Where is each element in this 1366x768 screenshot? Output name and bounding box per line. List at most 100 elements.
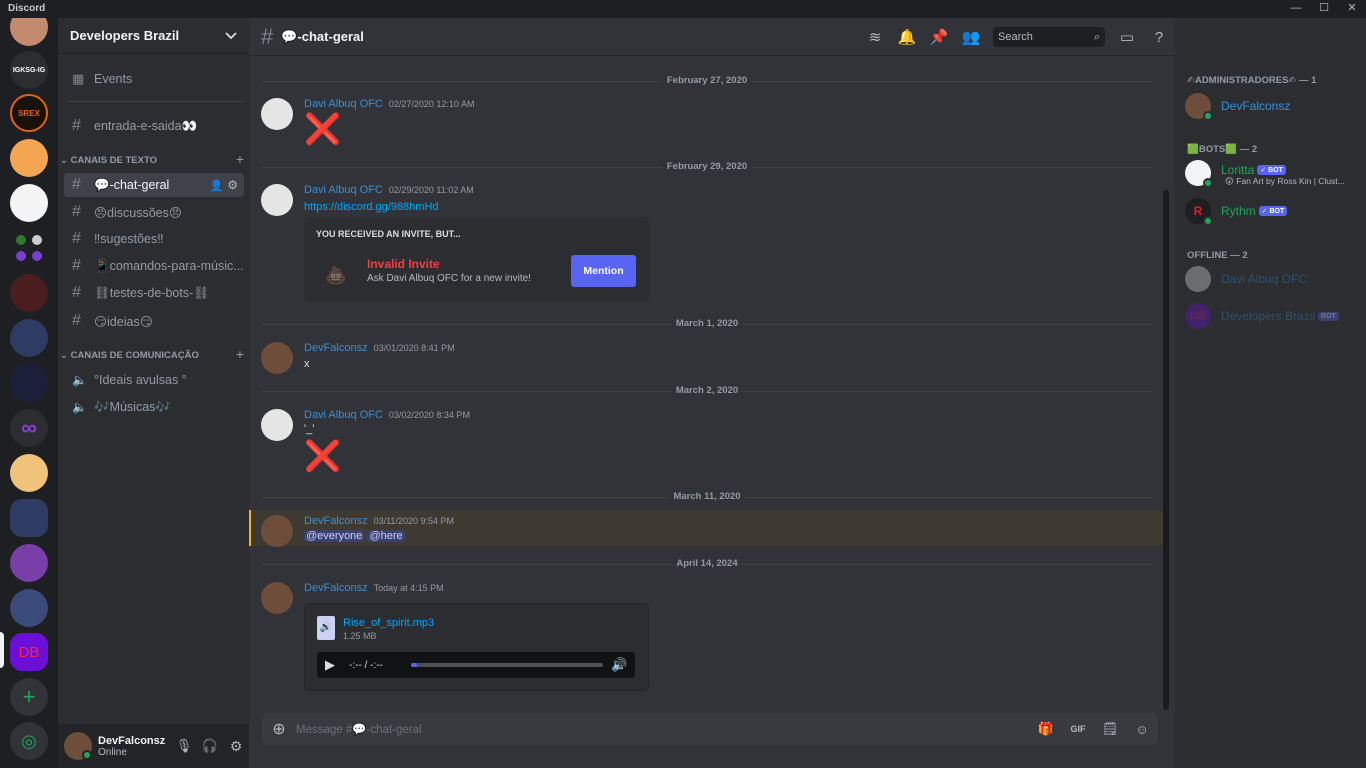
server-icon[interactable]: ∞ (10, 409, 48, 447)
message-input[interactable]: Message #💬-chat-geral (296, 722, 1030, 736)
minimize-button[interactable]: — (1282, 0, 1310, 18)
member-item[interactable]: DB Developers Brazil BOT (1185, 301, 1361, 333)
message-composer: ⊕ Message #💬-chat-geral 🎁 GIF 🗒 ☺ (262, 713, 1158, 745)
discover-button[interactable]: ◎ (10, 722, 48, 760)
member-item[interactable]: Loritta ✓ BOT 😲 Fan Art by Ross Kin | Clu… (1185, 158, 1361, 190)
add-channel-icon[interactable]: + (236, 347, 244, 361)
gear-icon[interactable]: ⚙ (227, 178, 238, 192)
close-button[interactable]: ✕ (1338, 0, 1366, 18)
here-mention[interactable]: @here (367, 530, 405, 542)
message-author: DevFalconsz (304, 342, 368, 354)
voice-channel-musicas[interactable]: 🔈 🎶Músicas🎶 (64, 395, 244, 419)
timestamp: 02/27/2020 12:10 AM (388, 99, 475, 109)
channel-entrada-e-saida[interactable]: # entrada-e-saida👀 (64, 114, 244, 138)
member-category: OFFLINE — 2 (1187, 250, 1248, 261)
channel-discussoes[interactable]: # 😠discussões😠 (64, 200, 244, 224)
scrollbar[interactable] (1163, 190, 1169, 710)
threads-icon[interactable]: ≋ (859, 28, 891, 46)
add-channel-icon[interactable]: + (236, 152, 244, 166)
avatar[interactable] (261, 98, 293, 130)
server-icon[interactable] (10, 229, 48, 267)
date-divider: February 27, 2020 (262, 75, 1152, 86)
server-icon[interactable] (10, 544, 48, 582)
selected-server-indicator (0, 632, 4, 668)
member-name: Davi Albuq OFC (1221, 272, 1308, 286)
category-text-channels[interactable]: ⌄ CANAIS DE TEXTO + (60, 152, 244, 166)
avatar[interactable] (261, 515, 293, 547)
date-divider: February 29, 2020 (262, 161, 1152, 172)
server-icon[interactable] (10, 454, 48, 492)
server-icon[interactable] (10, 499, 48, 537)
member-item[interactable]: Davi Albuq OFC (1185, 264, 1361, 296)
date-divider: March 2, 2020 (262, 385, 1152, 396)
events-link[interactable]: ▦ Events (64, 67, 244, 91)
app-name: Discord (8, 3, 46, 14)
gift-icon[interactable]: 🎁 (1030, 721, 1062, 737)
headphones-icon[interactable]: 🎧 (197, 738, 223, 754)
timestamp: 03/02/2020 8:34 PM (388, 410, 470, 420)
search-input[interactable]: Search ⌕ (993, 27, 1105, 47)
hash-icon: # (72, 203, 81, 220)
upload-icon[interactable]: ⊕ (262, 719, 296, 739)
bell-icon[interactable]: 🔔 (891, 28, 923, 46)
channel-ideias[interactable]: # 😏ideias😏 (64, 309, 244, 333)
hash-icon: # (72, 117, 81, 134)
online-status-icon (1203, 178, 1213, 188)
server-rail: IGKSG-IG SREX ∞ DB + ◎ (0, 18, 58, 768)
server-icon[interactable] (10, 184, 48, 222)
add-server-button[interactable]: + (10, 678, 48, 716)
channel-comandos[interactable]: # 📱comandos-para-músic... (64, 254, 244, 278)
gif-icon[interactable]: GIF (1062, 724, 1094, 734)
guild-header[interactable]: Developers Brazil (58, 18, 249, 54)
audio-progress-bar[interactable] (411, 663, 603, 667)
invite-member-icon[interactable]: 👤 (210, 179, 224, 192)
play-icon[interactable]: ▶ (325, 657, 335, 673)
avatar[interactable] (261, 184, 293, 216)
avatar[interactable] (261, 409, 293, 441)
microphone-icon[interactable]: 🎙 (171, 738, 197, 754)
server-icon[interactable] (10, 274, 48, 312)
message-content: '_' (304, 423, 315, 435)
avatar[interactable] (261, 582, 293, 614)
invite-title: Invalid Invite (367, 257, 440, 271)
message-author: Davi Albuq OFC (304, 184, 383, 196)
member-item[interactable]: DevFalconsz (1185, 91, 1361, 123)
sticker-icon[interactable]: 🗒 (1094, 721, 1126, 737)
volume-icon[interactable]: 🔊 (611, 657, 627, 673)
everyone-mention[interactable]: @everyone (304, 530, 365, 542)
server-icon[interactable] (10, 319, 48, 357)
member-category: ✍ADMINISTRADORES✍ — 1 (1187, 75, 1317, 86)
channel-sugestoes[interactable]: # ‼sugestões‼ (64, 227, 244, 251)
channel-chat-geral[interactable]: # 💬-chat-geral 👤 ⚙ (64, 173, 244, 197)
message-author: Davi Albuq OFC (304, 409, 383, 421)
server-icon[interactable]: SREX (10, 94, 48, 132)
help-icon[interactable]: ? (1143, 29, 1175, 46)
voice-channel-ideais-avulsas[interactable]: 🔈 °Ideais avulsas ° (64, 368, 244, 392)
server-icon[interactable] (10, 364, 48, 402)
emoji-icon[interactable]: ☺ (1126, 722, 1158, 737)
category-voice-channels[interactable]: ⌄ CANAIS DE COMUNICAÇÃO + (60, 347, 244, 361)
member-item[interactable]: R Rythm ✓ BOT (1185, 196, 1361, 228)
channel-testes-de-bots[interactable]: # ⛓testes-de-bots-⛓ (64, 281, 244, 305)
inbox-icon[interactable]: ▭ (1111, 28, 1143, 46)
attachment-filename[interactable]: Rise_of_spirit.mp3 (343, 617, 434, 629)
member-list-icon[interactable]: 👥 (955, 28, 987, 46)
pin-icon[interactable]: 📌 (923, 28, 955, 46)
invite-link[interactable]: https://discord.gg/988hmHd (304, 201, 439, 213)
server-icon[interactable] (10, 139, 48, 177)
hash-icon: # (72, 284, 81, 301)
server-icon[interactable]: IGKSG-IG (10, 51, 48, 89)
server-icon-selected[interactable]: DB (10, 633, 48, 671)
server-icon[interactable] (10, 589, 48, 627)
audio-attachment: 🔊 Rise_of_spirit.mp3 1.25 MB ▶ -:-- / -:… (304, 603, 649, 691)
server-icon[interactable] (10, 18, 48, 46)
mention-button[interactable]: Mention (571, 255, 636, 287)
member-name: Loritta (1221, 163, 1255, 177)
avatar[interactable] (64, 732, 92, 760)
avatar[interactable] (261, 342, 293, 374)
member-list: ✍ADMINISTRADORES✍ — 1 DevFalconsz 🟩BOTS🟩… (1175, 18, 1366, 768)
gear-icon[interactable]: ⚙ (223, 738, 249, 755)
invite-subtitle: Ask Davi Albuq OFC for a new invite! (367, 273, 531, 284)
channel-title: 💬-chat-geral (281, 28, 364, 44)
maximize-button[interactable]: ☐ (1310, 0, 1338, 18)
